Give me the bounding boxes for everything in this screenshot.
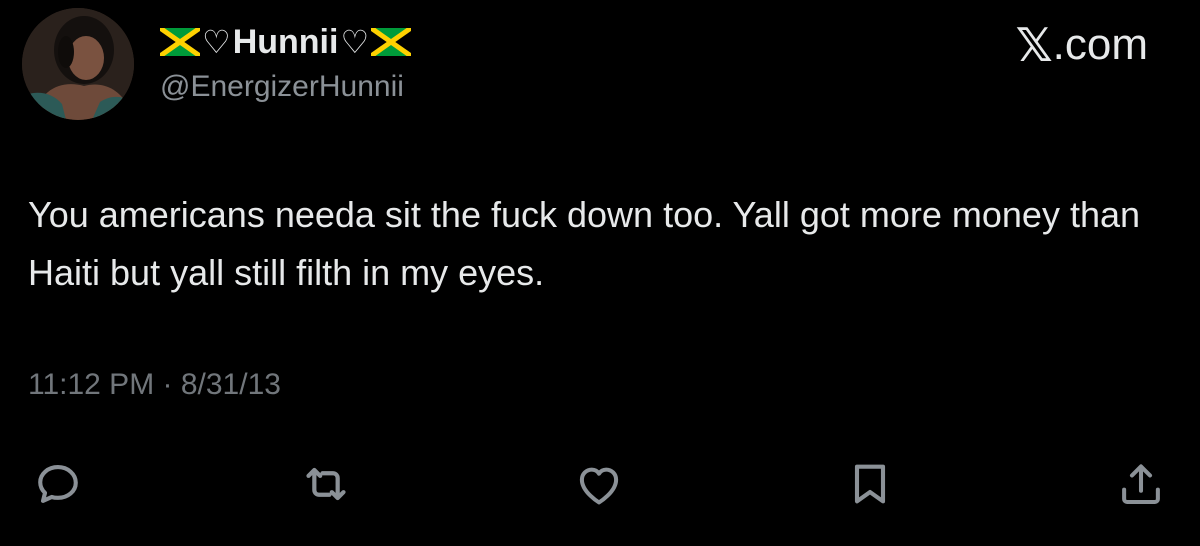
jamaica-flag-icon <box>371 28 412 56</box>
bookmark-icon <box>854 464 886 504</box>
heart-outline-glyph: ♡ <box>340 23 370 61</box>
retweet-button[interactable] <box>298 456 354 512</box>
share-icon <box>1122 464 1160 505</box>
retweet-icon <box>306 467 346 501</box>
x-logo-icon: 𝕏 <box>1015 18 1053 72</box>
display-name[interactable]: ♡ Hunnii ♡ <box>160 20 412 64</box>
heart-icon <box>579 467 619 505</box>
bookmark-button[interactable] <box>842 456 898 512</box>
tweet-card: ♡ Hunnii ♡ @EnergizerHunnii 𝕏 .com You a… <box>0 0 1200 546</box>
like-button[interactable] <box>571 456 627 512</box>
tweet-text: You americans needa sit the fuck down to… <box>28 194 1141 293</box>
action-bar <box>0 456 1200 512</box>
heart-outline-glyph: ♡ <box>202 23 231 61</box>
share-button[interactable] <box>1113 456 1169 512</box>
reply-button[interactable] <box>30 456 86 512</box>
brand-watermark: 𝕏 .com <box>1016 18 1148 72</box>
jamaica-flag-icon <box>160 28 200 56</box>
avatar[interactable] <box>22 8 134 120</box>
user-handle[interactable]: @EnergizerHunnii <box>160 70 404 104</box>
tweet-timestamp[interactable]: 11:12 PM · 8/31/13 <box>28 368 281 402</box>
speech-bubble-icon <box>38 465 78 503</box>
brand-domain: .com <box>1052 20 1148 69</box>
display-name-text: Hunnii <box>232 22 339 61</box>
avatar-image <box>22 8 134 120</box>
